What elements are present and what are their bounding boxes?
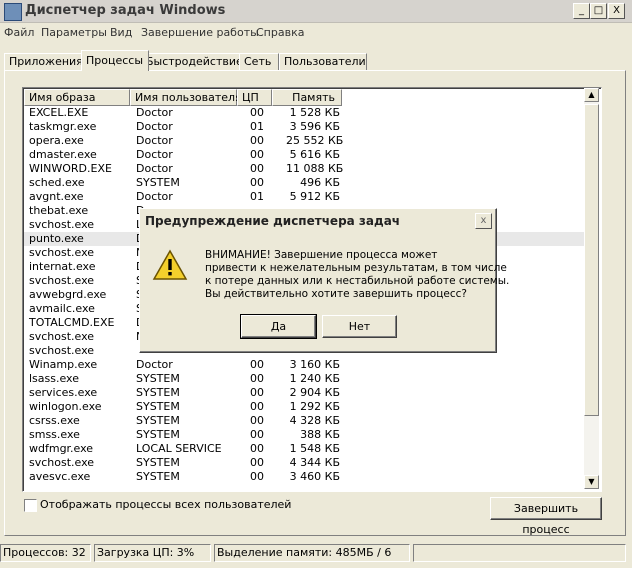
menu-options[interactable]: Параметры bbox=[41, 26, 107, 39]
dialog-title: Предупреждение диспетчера задач bbox=[145, 214, 401, 228]
dialog-title-bar: Предупреждение диспетчера задач x bbox=[142, 211, 494, 231]
menu-view[interactable]: Вид bbox=[110, 26, 132, 39]
menu-file[interactable]: Файл bbox=[4, 26, 34, 39]
close-button[interactable]: X bbox=[608, 3, 625, 19]
app-icon bbox=[4, 3, 22, 21]
status-memory-usage: Выделение памяти: 485МБ / 6 bbox=[214, 544, 410, 562]
minimize-button[interactable]: _ bbox=[573, 3, 590, 19]
window-title: Диспетчер задач Windows bbox=[25, 3, 226, 18]
dialog-close-button[interactable]: x bbox=[475, 213, 492, 229]
menu-shutdown[interactable]: Завершение работы bbox=[141, 26, 259, 39]
maximize-button[interactable]: □ bbox=[590, 3, 607, 19]
dialog-message-line: ВНИМАНИЕ! Завершение процесса может bbox=[205, 249, 438, 261]
tab-performance[interactable]: Быстродействие bbox=[141, 53, 243, 71]
tab-network[interactable]: Сеть bbox=[239, 53, 279, 71]
title-bar: Диспетчер задач Windows _ □ X bbox=[0, 0, 632, 23]
dialog-message-line: Вы действительно хотите завершить процес… bbox=[205, 288, 467, 300]
warning-dialog: Предупреждение диспетчера задач x ВНИМАН… bbox=[139, 208, 510, 353]
status-cpu-usage: Загрузка ЦП: 3% bbox=[94, 544, 211, 562]
dialog-message-line: к потере данных или к нестабильной работ… bbox=[205, 275, 510, 287]
menu-bar: Файл Параметры Вид Завершение работы Спр… bbox=[0, 23, 632, 41]
tab-applications[interactable]: Приложения bbox=[4, 53, 83, 71]
status-empty-pane bbox=[413, 544, 626, 562]
dialog-message-line: привести к нежелательным результатам, в … bbox=[205, 262, 507, 274]
menu-help[interactable]: Справка bbox=[256, 26, 304, 39]
no-button[interactable]: Нет bbox=[322, 315, 397, 338]
yes-button[interactable]: Да bbox=[240, 314, 317, 339]
tab-processes[interactable]: Процессы bbox=[81, 50, 149, 71]
status-bar: Процессов: 32 Загрузка ЦП: 3% Выделение … bbox=[0, 542, 632, 564]
status-process-count: Процессов: 32 bbox=[0, 544, 91, 562]
warning-icon bbox=[152, 249, 188, 280]
tab-users[interactable]: Пользователи bbox=[279, 53, 367, 71]
dialog-message: ВНИМАНИЕ! Завершение процесса может прив… bbox=[205, 249, 510, 301]
